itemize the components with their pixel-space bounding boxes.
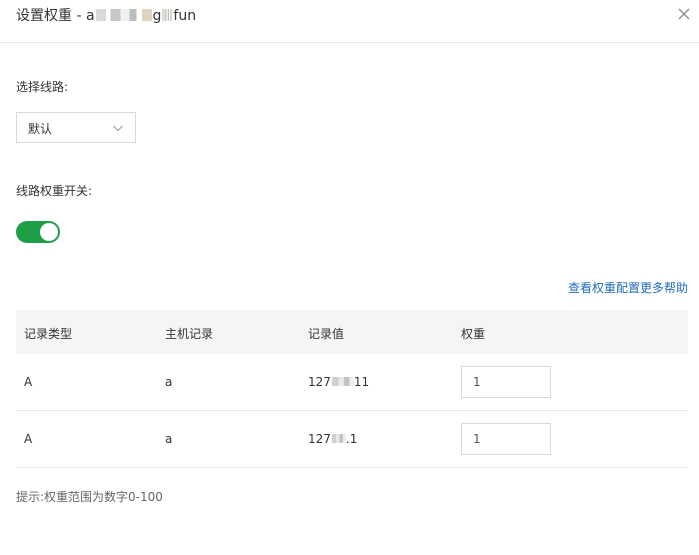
table-row: A a 127 11 (16, 354, 688, 411)
record-value: 127.1 (308, 432, 357, 446)
header-weight: 权重 (461, 327, 486, 341)
record-type: A (24, 432, 33, 446)
host-record: a (165, 375, 173, 389)
redacted-ip (331, 377, 354, 386)
title-mid: g (152, 8, 162, 24)
record-value-suffix: 11 (353, 375, 370, 389)
redacted-ip (331, 434, 346, 443)
host-record: a (165, 432, 173, 446)
weight-input[interactable] (461, 423, 551, 455)
header-value: 记录值 (308, 327, 345, 341)
header-host: 主机记录 (165, 327, 214, 341)
dialog-title: 设置权重 - a g fun (16, 7, 196, 25)
weight-range-hint: 提示:权重范围为数字0-100 (16, 490, 163, 504)
weight-input[interactable] (461, 366, 551, 398)
route-select-value: 默认 (28, 122, 53, 136)
title-suffix: fun (173, 8, 197, 24)
route-select[interactable]: 默认 (16, 112, 136, 143)
weight-switch-label: 线路权重开关: (16, 184, 93, 198)
chevron-down-icon (113, 125, 123, 132)
record-type: A (24, 375, 33, 389)
toggle-knob (40, 223, 58, 241)
route-label: 选择线路: (16, 80, 69, 94)
header-record-type: 记录类型 (24, 327, 73, 341)
dialog-header: 设置权重 - a g fun (0, 0, 699, 43)
records-table: 记录类型 主机记录 记录值 权重 A a 12711 A a 127.1 (16, 310, 688, 468)
redacted-domain (95, 9, 152, 21)
table-header: 记录类型 主机记录 记录值 权重 (16, 310, 688, 354)
title-prefix: 设置权重 - a (16, 8, 95, 24)
close-icon[interactable] (677, 7, 691, 21)
weight-help-link[interactable]: 查看权重配置更多帮助 (568, 279, 688, 296)
table-row: A a 127.1 (16, 411, 688, 468)
record-value-suffix: .1 (345, 432, 358, 446)
record-value-prefix: 127 (308, 375, 331, 389)
record-value: 127 11 (308, 375, 369, 389)
record-value-prefix: 127 (308, 432, 331, 446)
weight-toggle[interactable] (16, 221, 60, 243)
redacted-domain-2 (162, 9, 173, 21)
